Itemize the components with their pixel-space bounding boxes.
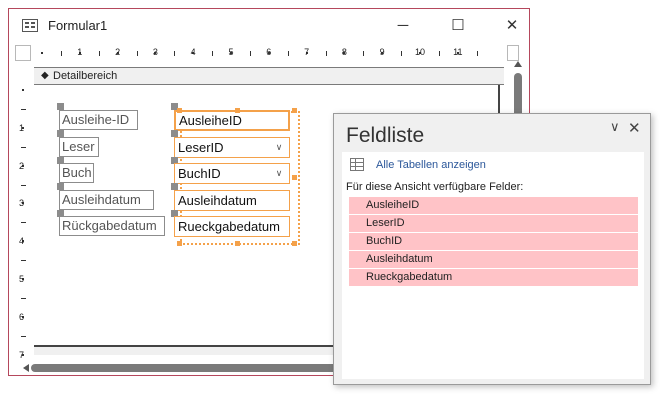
resize-handle[interactable] (177, 241, 182, 246)
section-label: Detailbereich (53, 70, 118, 82)
vertical-ruler[interactable]: 1 2 3 4 5 6 7 (15, 87, 31, 360)
resize-handle[interactable] (177, 108, 182, 113)
ruler-number: 8 (341, 47, 347, 57)
chevron-down-icon[interactable]: ∨ (273, 141, 285, 153)
ruler-tick (476, 51, 478, 56)
ruler-tick (21, 184, 26, 186)
ruler-number: 2 (19, 160, 25, 171)
label-move-handle[interactable] (57, 130, 64, 137)
ruler-tick (249, 51, 251, 56)
label-ausleihe-id[interactable]: Ausleihe-ID (59, 110, 138, 130)
ruler-number: 3 (19, 198, 25, 209)
ruler-number: 6 (266, 47, 272, 57)
close-icon[interactable]: ✕ (628, 119, 641, 137)
ruler-number: 7 (19, 349, 25, 360)
ruler-tick (41, 52, 43, 54)
field-ausleiheid[interactable]: AusleiheID (174, 110, 290, 131)
show-all-tables-link[interactable]: Alle Tabellen anzeigen (376, 159, 486, 171)
ruler-tick (363, 51, 365, 56)
title-bar[interactable]: Formular1 ─ ☐ ✕ (9, 9, 529, 43)
label-buch[interactable]: Buch (59, 163, 94, 183)
field-list: AusleiheID LeserID BuchID Ausleihdatum R… (349, 197, 638, 287)
combo-buchid[interactable]: BuchID ∨ (174, 163, 290, 184)
ruler-number: 2 (115, 47, 121, 57)
minimize-button[interactable]: ─ (391, 15, 415, 37)
ruler-tick (212, 51, 214, 56)
resize-handle[interactable] (235, 241, 240, 246)
label-move-handle[interactable] (57, 183, 64, 190)
ruler-number: 4 (190, 47, 196, 57)
ruler-tick (60, 51, 62, 56)
list-item[interactable]: AusleiheID (349, 197, 638, 214)
resize-handle[interactable] (292, 241, 297, 246)
field-list-body: Alle Tabellen anzeigen Für diese Ansicht… (342, 152, 644, 379)
horizontal-scrollbar[interactable] (23, 362, 343, 374)
ruler-tick (98, 51, 100, 56)
resize-handle[interactable] (235, 108, 240, 113)
combo-leserid[interactable]: LeserID ∨ (174, 137, 290, 158)
scroll-up-arrow-icon[interactable] (514, 61, 522, 67)
ruler-tick (21, 335, 26, 337)
close-button[interactable]: ✕ (500, 15, 524, 37)
label-move-handle[interactable] (57, 103, 64, 110)
field-ausleihdatum[interactable]: Ausleihdatum (174, 190, 290, 211)
label-ausleihdatum[interactable]: Ausleihdatum (59, 190, 154, 210)
ruler-number: 10 (414, 47, 426, 57)
resize-handle[interactable] (292, 175, 297, 180)
list-item[interactable]: BuchID (349, 233, 638, 250)
ruler-number: 9 (379, 47, 385, 57)
ruler-tick (438, 51, 440, 56)
ruler-number: 5 (19, 274, 25, 284)
panel-title: Feldliste (346, 124, 425, 147)
ruler-tick (22, 89, 24, 91)
ruler-tick (21, 297, 26, 299)
field-ausleiheid-text: AusleiheID (179, 113, 242, 128)
field-list-panel: Feldliste ∨ ✕ Alle Tabellen anzeigen Für… (333, 113, 651, 385)
ruler-tick (21, 108, 26, 110)
ruler-number: 7 (304, 47, 310, 57)
list-item[interactable]: Ausleihdatum (349, 251, 638, 268)
scroll-left-arrow-icon[interactable] (23, 364, 29, 372)
horizontal-scroll-thumb[interactable] (31, 364, 343, 372)
ruler-tick (287, 51, 289, 56)
section-marker-icon: ◆ (41, 70, 49, 81)
ruler-tick (325, 51, 327, 56)
combo-buchid-text: BuchID (178, 166, 221, 181)
maximize-button[interactable]: ☐ (446, 15, 470, 37)
chevron-down-icon[interactable]: ∨ (610, 119, 620, 135)
ruler-number: 1 (19, 122, 25, 133)
ruler-tick (136, 51, 138, 56)
window-title: Formular1 (48, 18, 108, 33)
field-rueckgabedatum-text: Rueckgabedatum (178, 219, 280, 234)
detail-section-bar[interactable]: ◆ Detailbereich (34, 67, 504, 85)
resize-handle[interactable] (292, 108, 297, 113)
list-item[interactable]: Rueckgabedatum (349, 269, 638, 286)
field-ausleihdatum-text: Ausleihdatum (178, 193, 257, 208)
field-move-handle[interactable] (171, 183, 178, 190)
label-rueckgabedatum[interactable]: Rückgabedatum (59, 216, 165, 236)
field-rueckgabedatum[interactable]: Rueckgabedatum (174, 216, 290, 237)
ruler-tick (21, 260, 26, 262)
ruler-tick (21, 222, 26, 224)
ruler-number: 11 (453, 47, 463, 57)
form-icon (22, 19, 38, 32)
ruler-number: 6 (19, 311, 25, 322)
combo-leserid-text: LeserID (178, 140, 224, 155)
available-fields-label: Für diese Ansicht verfügbare Felder: (346, 181, 524, 193)
label-leser[interactable]: Leser (59, 137, 99, 157)
field-move-handle[interactable] (171, 130, 178, 137)
list-item[interactable]: LeserID (349, 215, 638, 232)
chevron-down-icon[interactable]: ∨ (273, 167, 285, 179)
ruler-tick (401, 51, 403, 56)
ruler-tick (174, 51, 176, 56)
ruler-tick (21, 146, 26, 148)
horizontal-ruler[interactable]: 1 2 3 4 5 6 7 8 9 10 11 (34, 45, 504, 61)
ruler-number: 5 (228, 47, 234, 57)
form-selector[interactable] (15, 45, 31, 61)
ruler-number: 4 (19, 236, 25, 247)
ruler-number: 1 (77, 47, 83, 57)
ruler-number: 3 (152, 47, 158, 57)
table-icon (350, 158, 364, 171)
